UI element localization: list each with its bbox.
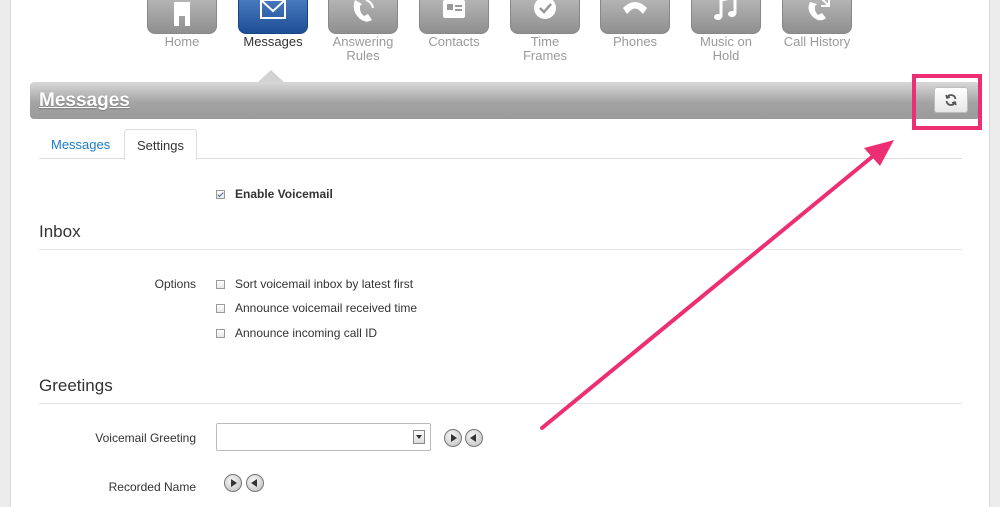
nav-label-answering-rules: Answering Rules — [332, 34, 394, 63]
nav-label-music-on-hold: Music on Hold — [699, 34, 753, 63]
nav-label-contacts: Contacts — [428, 34, 480, 49]
nav-label-phones: Phones — [612, 34, 658, 49]
nav-label-home: Home — [164, 34, 200, 49]
sort-latest-first-checkbox[interactable] — [216, 279, 225, 289]
nav-label-messages: Messages — [243, 34, 303, 49]
page-title-bar: Messages — [30, 82, 980, 119]
tab-bar: Messages Settings — [39, 129, 962, 160]
option-label: Sort voicemail inbox by latest first — [235, 277, 414, 291]
recorded-name-play-button[interactable] — [224, 474, 242, 492]
greetings-divider — [39, 403, 962, 404]
voicemail-greeting-select[interactable] — [216, 423, 431, 451]
page-title[interactable]: Messages — [39, 90, 130, 112]
voicemail-greeting-label: Voicemail Greeting — [95, 431, 196, 445]
recorded-name-stop-button[interactable] — [246, 474, 264, 492]
envelope-icon — [260, 0, 286, 19]
option-row: Announce incoming call ID — [216, 325, 377, 341]
enable-voicemail-label: Enable Voicemail — [235, 187, 333, 201]
dropdown-arrow-icon[interactable] — [413, 430, 425, 444]
option-label: Announce incoming call ID — [235, 326, 378, 340]
tab-settings[interactable]: Settings — [124, 129, 197, 160]
home-icon — [174, 2, 190, 26]
announce-call-id-checkbox[interactable] — [216, 328, 225, 338]
greeting-play-button[interactable] — [444, 429, 462, 447]
greetings-section-title: Greetings — [39, 376, 113, 395]
clock-icon — [534, 0, 556, 19]
option-row: Announce voicemail received time — [216, 300, 417, 316]
announce-received-time-checkbox[interactable] — [216, 303, 225, 313]
recorded-name-label: Recorded Name — [108, 480, 196, 494]
greeting-stop-button[interactable] — [465, 429, 483, 447]
phone-handset-icon — [623, 2, 647, 14]
music-note-icon — [714, 0, 737, 20]
call-history-icon — [808, 0, 830, 21]
option-label: Announce voicemail received time — [235, 301, 418, 315]
options-label: Options — [154, 277, 196, 291]
inbox-divider — [39, 249, 962, 250]
inbox-section-title: Inbox — [39, 222, 81, 241]
top-nav: Home Messages Answering Rules Contacts T… — [0, 0, 1000, 70]
enable-voicemail-row: Enable Voicemail — [216, 186, 333, 202]
annotation-highlight-box — [912, 74, 982, 130]
enable-voicemail-checkbox[interactable] — [216, 189, 225, 199]
option-row: Sort voicemail inbox by latest first — [216, 276, 413, 292]
phone-rules-icon — [353, 0, 374, 22]
nav-label-call-history: Call History — [783, 34, 851, 49]
contacts-card-icon — [443, 0, 465, 18]
tab-messages[interactable]: Messages — [39, 129, 122, 159]
nav-label-time-frames: Time Frames — [522, 34, 568, 63]
